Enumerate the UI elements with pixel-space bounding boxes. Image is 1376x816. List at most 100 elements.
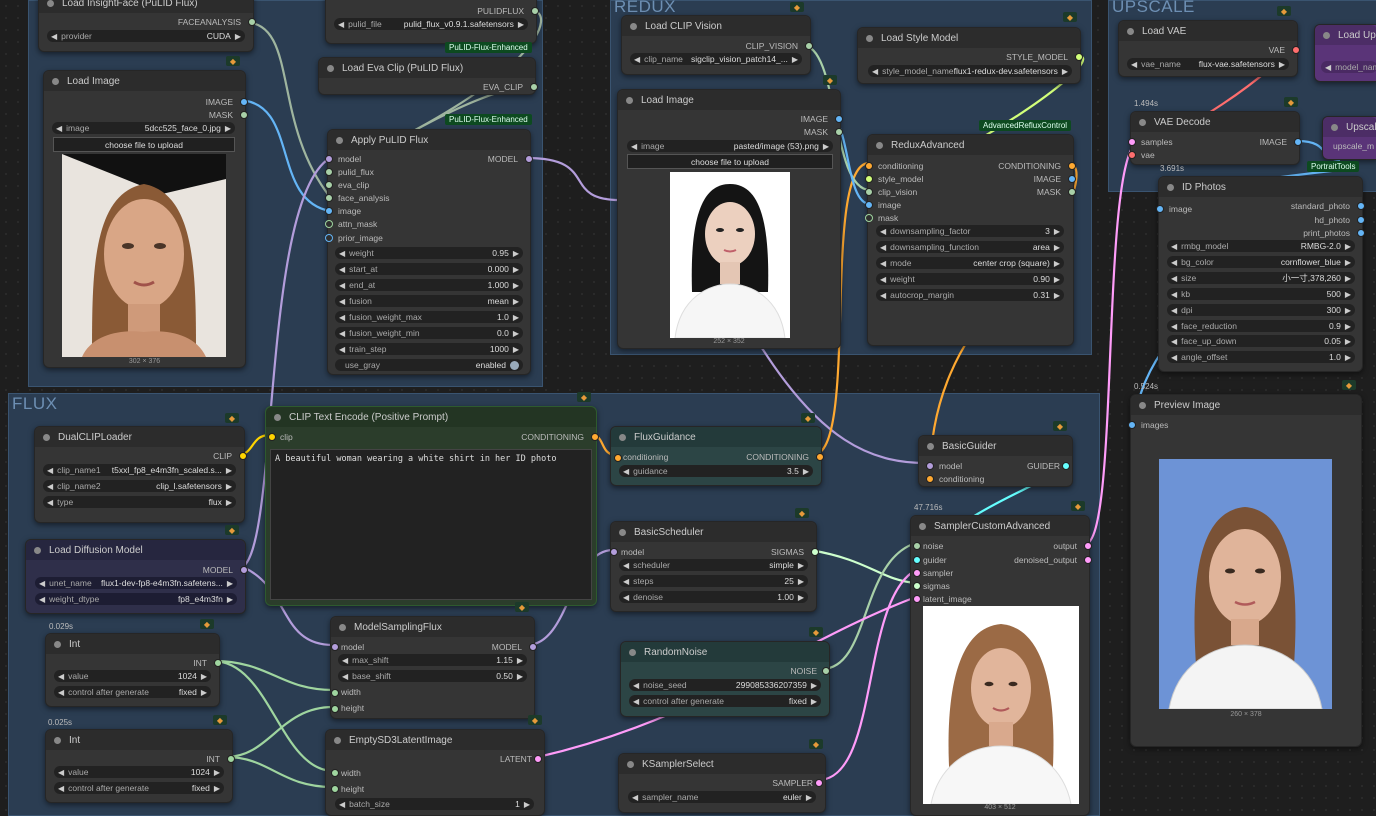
toggle-use-gray[interactable]: use_gray enabled (335, 359, 523, 371)
widget-fusion-weight-min[interactable]: ◀ fusion_weight_min 0.0 ▶ (335, 327, 523, 339)
output-socket-mask[interactable] (835, 128, 843, 136)
input-socket[interactable] (325, 181, 333, 189)
collapse-dot[interactable] (627, 760, 634, 768)
output-socket[interactable] (815, 779, 823, 787)
widget-control-after-generate[interactable]: ◀ control after generate fixed ▶ (629, 695, 821, 707)
node-load-image-1[interactable]: Load Image IMAGE MASK ◀ image 5dcc525_face… (43, 70, 248, 368)
node-header[interactable]: BasicGuider (919, 436, 1072, 456)
input-socket[interactable] (913, 582, 921, 590)
choose-file-button[interactable]: choose file to upload (53, 137, 235, 152)
input-socket[interactable] (865, 214, 873, 222)
input-socket-height[interactable] (331, 705, 339, 713)
node-header[interactable]: Load Style Model (858, 28, 1080, 48)
collapse-dot[interactable] (1139, 401, 1146, 409)
collapse-dot[interactable] (866, 34, 873, 42)
widget-start-at[interactable]: ◀ start_at 0.000 ▶ (335, 263, 523, 275)
node-header[interactable]: ID Photos (1159, 177, 1362, 197)
prompt-textarea[interactable]: A beautiful woman wearing a white shirt … (270, 449, 592, 600)
widget-train-step[interactable]: ◀ train_step 1000 ▶ (335, 343, 523, 355)
widget-rmbg-model[interactable]: ◀ rmbg_model RMBG-2.0 ▶ (1167, 240, 1355, 252)
collapse-dot[interactable] (34, 546, 41, 554)
collapse-dot[interactable] (1331, 123, 1338, 131)
output-socket[interactable] (822, 667, 830, 675)
widget-face-up-down[interactable]: ◀ face_up_down 0.05 ▶ (1167, 335, 1355, 347)
node-preview-image[interactable]: Preview Image images 260 × 378 (1128, 394, 1362, 747)
widget-unet-name[interactable]: ◀ unet_name flux1-dev-fp8-e4m3fn.safetens.… (35, 577, 237, 589)
widget-weight[interactable]: ◀ weight 0.95 ▶ (335, 247, 523, 259)
widget-scheduler[interactable]: ◀ scheduler simple ▶ (619, 559, 808, 571)
node-header[interactable]: VAE Decode (1131, 112, 1299, 132)
node-load-upscale-model[interactable]: Load Upsc ◀model_nam (1314, 24, 1376, 82)
choose-file-button[interactable]: choose file to upload (627, 154, 833, 169)
node-header[interactable]: Load InsightFace (PuLID Flux) (39, 0, 253, 13)
node-header[interactable]: FluxGuidance (611, 427, 821, 447)
node-basic-scheduler[interactable]: BasicScheduler model SIGMAS ◀ scheduler si… (610, 521, 819, 612)
widget-denoise[interactable]: ◀ denoise 1.00 ▶ (619, 591, 808, 603)
widget-bg-color[interactable]: ◀ bg_color cornflower_blue ▶ (1167, 256, 1355, 268)
node-int-2[interactable]: Int INT ◀ value 1024 ▶ ◀ control after gener… (45, 729, 235, 803)
widget-type[interactable]: ◀ type flux ▶ (43, 496, 236, 508)
widget-mode[interactable]: ◀ mode center crop (square) ▶ (876, 257, 1064, 269)
widget-noise-seed[interactable]: ◀ noise_seed 299085336207359 ▶ (629, 679, 821, 691)
widget-autocrop-margin[interactable]: ◀ autocrop_margin 0.31 ▶ (876, 289, 1064, 301)
widget-pulid-file[interactable]: ◀ pulid_file pulid_flux_v0.9.1.safetensors… (334, 18, 528, 30)
input-socket[interactable] (913, 595, 921, 603)
node-header[interactable]: Preview Image (1131, 395, 1361, 415)
widget-fusion-weight-max[interactable]: ◀ fusion_weight_max 1.0 ▶ (335, 311, 523, 323)
widget-image[interactable]: ◀ image pasted/image (53).png ▶ (627, 140, 833, 152)
node-header[interactable]: Load VAE (1119, 21, 1297, 41)
node-dual-clip-loader[interactable]: DualCLIPLoader CLIP ◀ clip_name1 t5xxl_fp8… (34, 426, 247, 523)
widget-style-model-name[interactable]: ◀ style_model_name flux1-redux-dev.safeten… (868, 65, 1072, 77)
node-load-clip-vision[interactable]: Load CLIP Vision CLIP_VISION ◀ clip_name s… (621, 15, 813, 75)
node-load-style-model[interactable]: Load Style Model STYLE_MODEL ◀ style_mode… (857, 27, 1083, 84)
node-header[interactable]: SamplerCustomAdvanced (911, 516, 1089, 536)
output-socket[interactable] (227, 755, 235, 763)
input-socket-model[interactable] (926, 462, 934, 470)
input-socket[interactable] (325, 234, 333, 242)
input-socket-samples[interactable] (1128, 138, 1136, 146)
node-redux-advanced[interactable]: ReduxAdvanced conditioning style_model c… (865, 134, 1076, 346)
widget-steps[interactable]: ◀ steps 25 ▶ (619, 575, 808, 587)
node-upscale-image[interactable]: Upscale upscale_m (1322, 116, 1376, 160)
node-header[interactable]: Apply PuLID Flux (328, 130, 530, 150)
collapse-dot[interactable] (47, 0, 54, 7)
widget-fusion[interactable]: ◀ fusion mean ▶ (335, 295, 523, 307)
output-socket[interactable] (1084, 542, 1092, 550)
widget-image[interactable]: ◀ image 5dcc525_face_0.jpg ▶ (52, 122, 235, 134)
node-vae-decode[interactable]: VAE Decode samples vae IMAGE (1128, 111, 1302, 165)
output-socket[interactable] (1292, 46, 1300, 54)
node-id-photos[interactable]: ID Photos image standard_photo hd_photo … (1156, 176, 1365, 372)
widget-base-shift[interactable]: ◀ base_shift 0.50 ▶ (338, 670, 527, 682)
output-socket[interactable] (248, 18, 256, 26)
widget-downsampling-function[interactable]: ◀ downsampling_function area ▶ (876, 241, 1064, 253)
node-load-image-2[interactable]: Load Image IMAGE MASK ◀ image pasted/image… (617, 89, 843, 349)
input-socket[interactable] (331, 643, 339, 651)
input-socket[interactable] (325, 155, 333, 163)
collapse-dot[interactable] (876, 141, 883, 149)
input-socket[interactable] (865, 188, 873, 196)
widget-sampler-name[interactable]: ◀ sampler_name euler ▶ (628, 791, 816, 803)
output-socket[interactable] (591, 433, 599, 441)
output-socket[interactable] (1062, 462, 1070, 470)
node-header[interactable]: RandomNoise (621, 642, 829, 662)
collapse-dot[interactable] (339, 623, 346, 631)
output-socket[interactable] (1357, 202, 1365, 210)
widget-size[interactable]: ◀ size 小一寸,378,260 ▶ (1167, 272, 1355, 284)
input-socket-width[interactable] (331, 769, 339, 777)
output-socket[interactable] (534, 755, 542, 763)
input-socket-height[interactable] (331, 785, 339, 793)
widget-face-reduction[interactable]: ◀ face_reduction 0.9 ▶ (1167, 320, 1355, 332)
node-header[interactable]: Load Eva Clip (PuLID Flux) (319, 58, 535, 78)
widget-kb[interactable]: ◀ kb 500 ▶ (1167, 288, 1355, 300)
collapse-dot[interactable] (629, 648, 636, 656)
collapse-dot[interactable] (630, 22, 637, 30)
output-socket[interactable] (529, 643, 537, 651)
input-socket[interactable] (268, 433, 276, 441)
node-empty-sd3-latent[interactable]: EmptySD3LatentImage LATENT width height … (325, 729, 545, 816)
input-socket[interactable] (325, 207, 333, 215)
output-socket[interactable] (214, 659, 222, 667)
collapse-dot[interactable] (1139, 118, 1146, 126)
node-header[interactable]: ReduxAdvanced (868, 135, 1073, 155)
widget-value[interactable]: ◀ value 1024 ▶ (54, 670, 211, 682)
collapse-dot[interactable] (43, 433, 50, 441)
